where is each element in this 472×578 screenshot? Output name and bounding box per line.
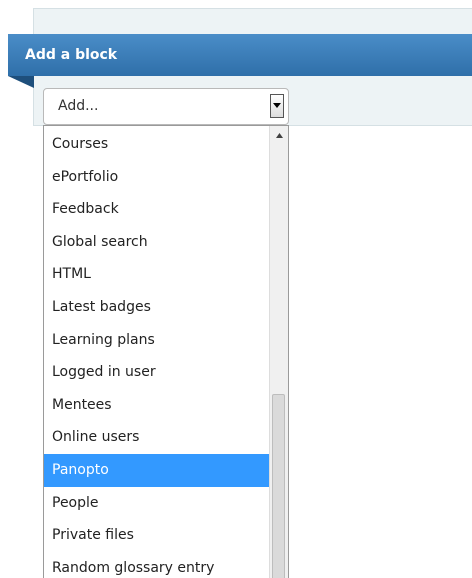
add-block-select[interactable]: Add... [43,88,289,125]
option-list: Courses ePortfolio Feedback Global searc… [44,128,270,578]
select-value: Add... [58,98,99,114]
scroll-thumb[interactable] [272,394,285,578]
dropdown-option[interactable]: Private files [44,519,270,552]
chevron-up-icon [275,132,283,138]
dropdown-option[interactable]: Global search [44,226,270,259]
dropdown-option[interactable]: ePortfolio [44,161,270,194]
block-title: Add a block [25,47,118,63]
chevron-down-icon [273,103,281,108]
dropdown-option[interactable]: Mentees [44,389,270,422]
dropdown-option[interactable]: Feedback [44,193,270,226]
block-dropdown-list[interactable]: Courses ePortfolio Feedback Global searc… [43,125,289,578]
dropdown-option-selected[interactable]: Panopto [44,453,270,487]
dropdown-option[interactable]: HTML [44,258,270,291]
page: Add a block Add... Courses ePortfolio Fe… [0,0,472,578]
dropdown-option[interactable]: Random glossary entry [44,552,270,578]
block-header-fold [8,76,34,88]
dropdown-option[interactable]: Courses [44,128,270,161]
dropdown-arrow-button[interactable] [270,94,284,118]
dropdown-scrollbar[interactable] [269,126,288,578]
dropdown-option[interactable]: Logged in user [44,356,270,389]
dropdown-option[interactable]: Online users [44,421,270,454]
dropdown-option[interactable]: People [44,487,270,520]
dropdown-option[interactable]: Learning plans [44,324,270,357]
dropdown-option[interactable]: Latest badges [44,291,270,324]
scroll-up-button[interactable] [270,126,288,144]
